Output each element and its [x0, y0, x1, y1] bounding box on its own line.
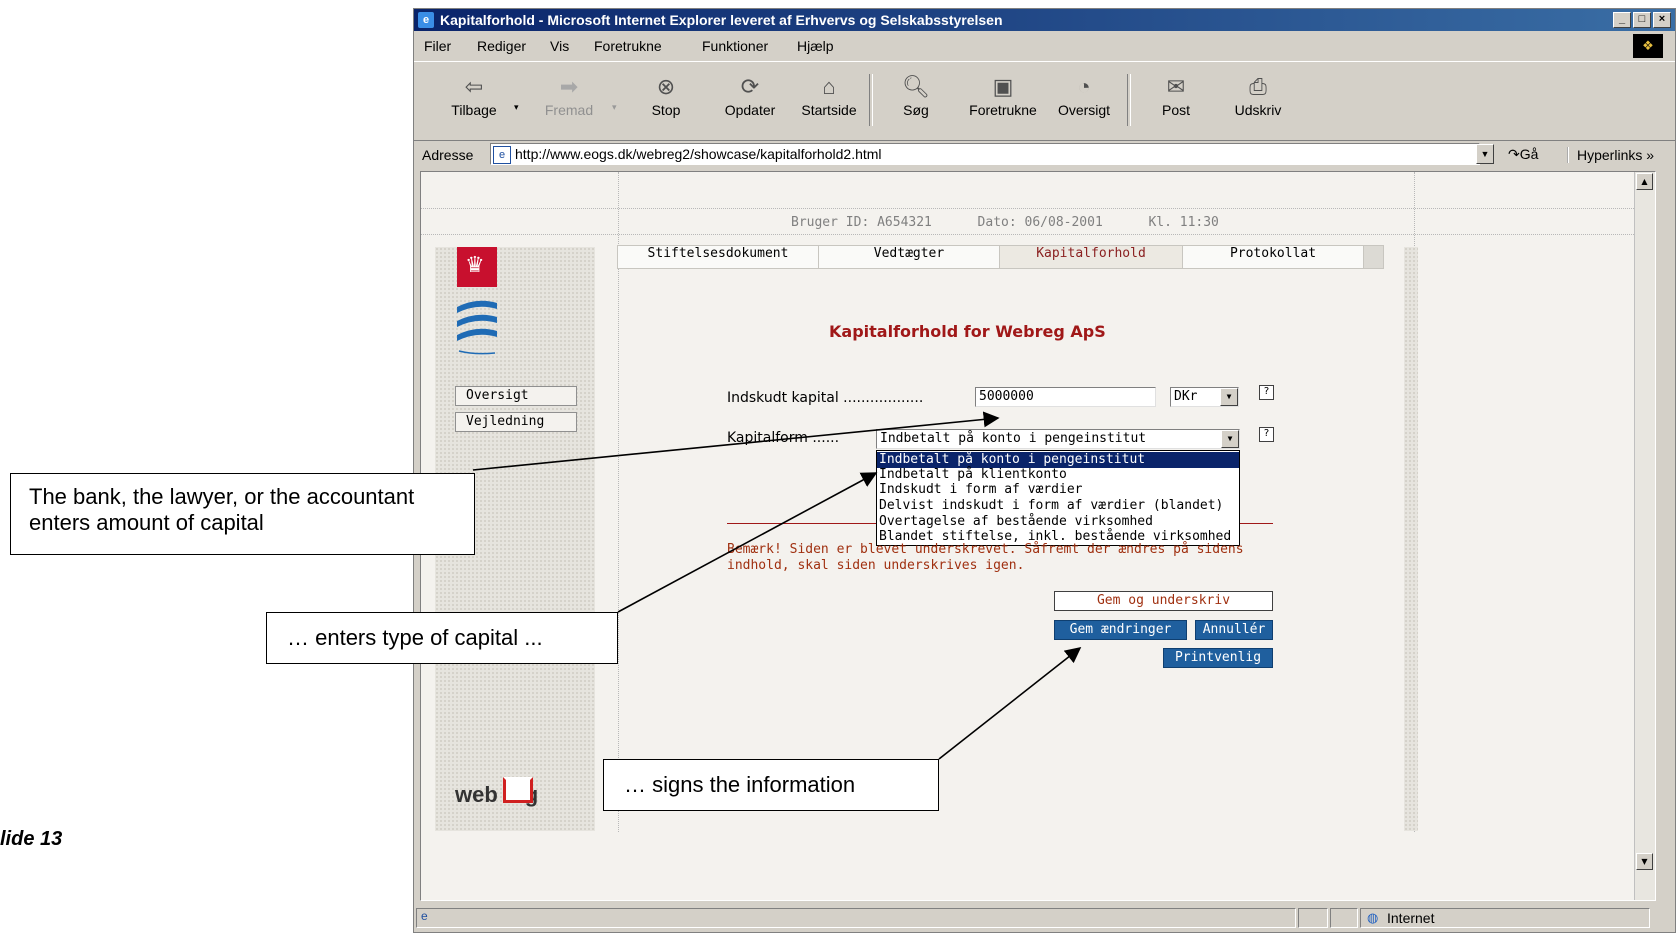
arrow-type — [617, 472, 878, 613]
arrow-sign — [938, 647, 1082, 760]
callout-capital: The bank, the lawyer, or the accountant … — [10, 473, 475, 555]
slide-number: lide 13 — [0, 828, 63, 850]
callout-sign: … signs the information — [603, 759, 939, 811]
callout-type: … enters type of capital ... — [266, 612, 618, 664]
arrow-capital — [472, 411, 1000, 471]
